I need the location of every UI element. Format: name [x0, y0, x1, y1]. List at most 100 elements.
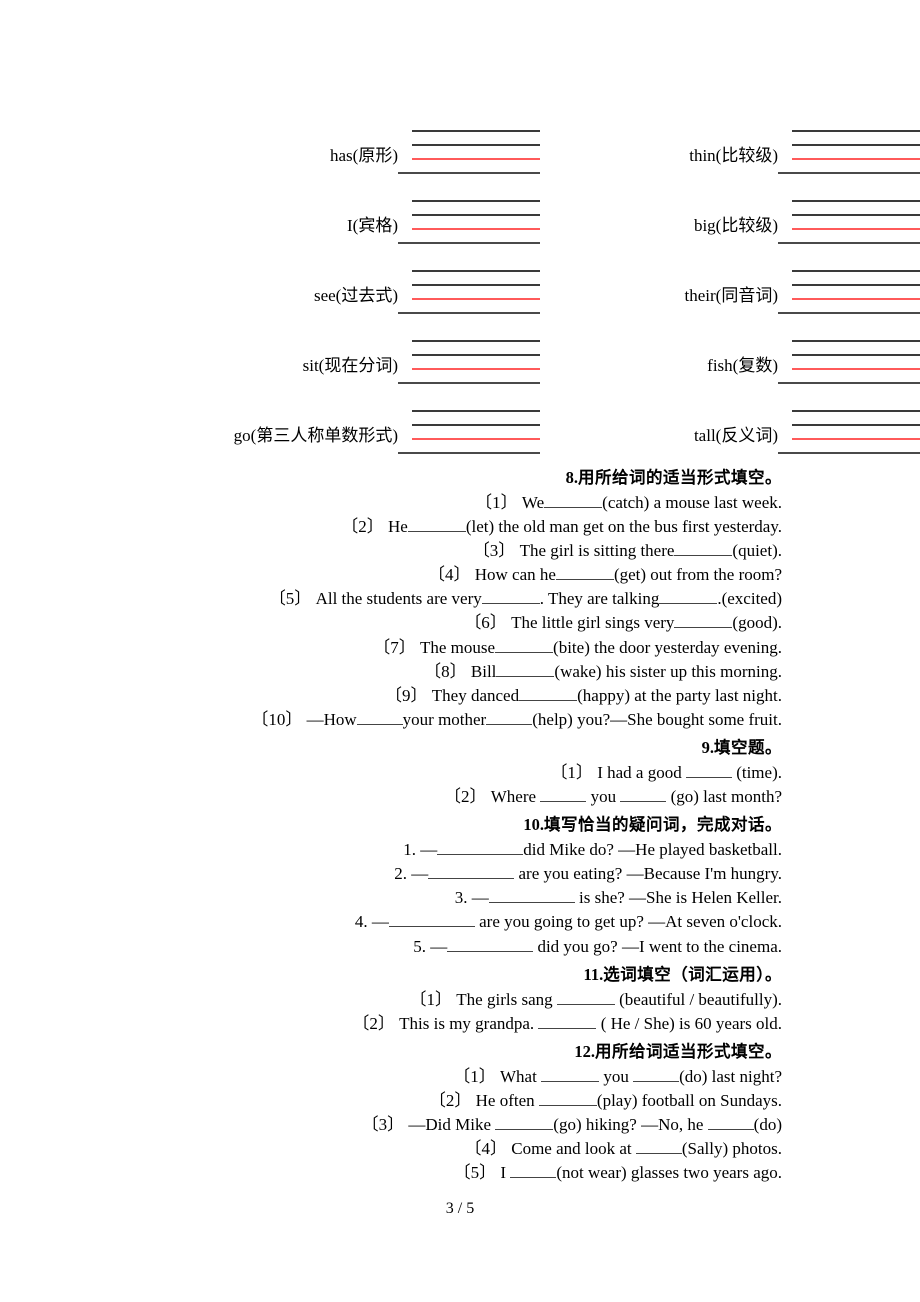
item-text-pre: The girls sang — [456, 989, 553, 1009]
answer-rule-line[interactable] — [792, 214, 920, 216]
answer-rule-line[interactable] — [792, 340, 920, 342]
answer-blank[interactable] — [519, 699, 578, 701]
answer-rule-line[interactable] — [792, 284, 920, 286]
item-text-mid: is she? —She is Helen Keller. — [574, 888, 782, 908]
answer-blank[interactable] — [495, 1128, 554, 1130]
answer-blank[interactable] — [555, 579, 614, 581]
section-title: 填空题。 — [714, 738, 782, 757]
item-marker: 〔4〕 — [464, 1139, 507, 1159]
answer-rule-baseline[interactable] — [778, 452, 920, 454]
answer-blank[interactable] — [674, 627, 733, 629]
item-text-pre: Bill — [470, 661, 497, 681]
answer-blank[interactable] — [540, 801, 587, 803]
item-marker: 〔1〕 — [409, 989, 453, 1009]
item-marker: 〔4〕 — [427, 565, 471, 585]
item-text-pre: I — [500, 1163, 507, 1183]
item-text-pre: He often — [475, 1090, 535, 1110]
item-text-mid: your mother — [402, 709, 487, 729]
word-form-label: sit(现在分词) — [302, 356, 398, 375]
item-text-pre: He — [388, 517, 408, 537]
answer-blank[interactable] — [538, 1104, 597, 1106]
answer-blank[interactable] — [496, 675, 555, 677]
answer-blank[interactable] — [635, 1153, 682, 1155]
answer-blank[interactable] — [544, 507, 603, 508]
item-marker: 〔8〕 — [424, 661, 467, 681]
answer-blank[interactable] — [486, 723, 533, 725]
answer-rule-line-red[interactable] — [792, 368, 920, 370]
item-text-pre: All the students are very — [315, 589, 482, 609]
item-marker: 〔5〕 — [453, 1163, 497, 1183]
answer-rule-line[interactable] — [792, 424, 920, 426]
item-text-mid: (catch) a mouse last week. — [602, 493, 782, 512]
item-text-pre: — — [430, 936, 448, 956]
item-text-mid: did Mike do? —He played basketball. — [523, 840, 782, 860]
item-text-pre: — — [420, 840, 438, 860]
item-marker: 〔7〕 — [373, 637, 416, 657]
item-text-mid: you — [590, 787, 617, 807]
answer-rule-line[interactable] — [792, 354, 920, 356]
word-form-row: their(同音词) — [500, 244, 920, 314]
answer-rule-line[interactable] — [792, 144, 920, 146]
item-text-mid: (play) football on Sundays. — [596, 1090, 782, 1110]
word-form-label: go(第三人称单数形式) — [233, 426, 398, 445]
answer-blank[interactable] — [510, 1177, 557, 1179]
answer-blank[interactable] — [428, 878, 515, 880]
answer-blank[interactable] — [659, 603, 718, 605]
answer-rule-line-red[interactable] — [792, 228, 920, 230]
answer-blank[interactable] — [407, 531, 466, 533]
word-form-exercise: has(原形) I(宾格) see(过去式) sit(现在分词) go(第三人称… — [0, 104, 920, 456]
word-form-label: big(比较级) — [693, 216, 778, 235]
question-item: 4. — are you going to get up? —At seven … — [120, 910, 782, 934]
item-text-pre: —Did Mike — [408, 1114, 492, 1134]
answer-rule-line[interactable] — [792, 200, 920, 202]
word-form-row: fish(复数) — [500, 314, 920, 384]
word-form-row: sit(现在分词) — [120, 314, 540, 384]
item-marker: 〔3〕 — [472, 541, 516, 561]
section-heading-11: 11.选词填空（词汇运用）。 — [120, 963, 782, 987]
item-text-pre: — — [371, 912, 389, 932]
item-marker: 〔3〕 — [361, 1114, 405, 1134]
answer-rule-line-red[interactable] — [792, 438, 920, 440]
answer-blank[interactable] — [633, 1080, 680, 1082]
item-text-pre: How can he — [474, 565, 556, 585]
question-item: 〔4〕 How can he (get) out from the room? — [120, 563, 782, 587]
question-item: 2. — are you eating? —Because I'm hungry… — [120, 862, 782, 886]
section-title: 填写恰当的疑问词，完成对话。 — [544, 816, 782, 835]
answer-blank[interactable] — [556, 1003, 615, 1005]
answer-blank[interactable] — [388, 926, 475, 928]
question-item: 〔1〕 What you (do) last night? — [120, 1065, 782, 1089]
answer-rule-line[interactable] — [792, 270, 920, 272]
answer-rules — [778, 200, 920, 244]
answer-blank[interactable] — [620, 801, 667, 803]
answer-blank[interactable] — [685, 776, 732, 778]
word-form-label: tall(反义词) — [693, 426, 778, 445]
answer-blank[interactable] — [488, 902, 575, 904]
item-text-pre: The little girl sings very — [511, 613, 675, 633]
item-text-mid: ( He / She) is 60 years old. — [596, 1013, 782, 1033]
word-form-row: tall(反义词) — [500, 384, 920, 454]
answer-rule-line-red[interactable] — [792, 298, 920, 300]
answer-rule-line-red[interactable] — [792, 158, 920, 160]
answer-blank[interactable] — [538, 1027, 597, 1029]
item-text-mid: (get) out from the room? — [613, 565, 782, 585]
answer-blank[interactable] — [674, 555, 733, 557]
answer-rule-line[interactable] — [792, 130, 920, 132]
answer-rules — [778, 130, 920, 174]
item-marker: 〔2〕 — [444, 787, 487, 807]
item-text-pre: The mouse — [419, 637, 496, 657]
item-marker: 〔2〕 — [341, 517, 384, 537]
answer-blank[interactable] — [481, 603, 540, 605]
answer-blank[interactable] — [447, 950, 534, 952]
answer-blank[interactable] — [356, 723, 403, 725]
answer-blank[interactable] — [707, 1128, 754, 1130]
answer-blank[interactable] — [437, 854, 524, 856]
answer-blank[interactable] — [495, 651, 554, 653]
question-item: 〔9〕 They danced (happy) at the party last… — [120, 684, 782, 708]
answer-rule-line[interactable] — [792, 410, 920, 412]
word-form-label: see(过去式) — [313, 286, 398, 305]
item-text-mid: (good). — [732, 613, 782, 633]
item-text-pre: This is my grandpa. — [399, 1013, 535, 1033]
item-text-post: .(excited) — [717, 589, 782, 609]
word-form-row: go(第三人称单数形式) — [120, 384, 540, 454]
answer-blank[interactable] — [541, 1080, 600, 1082]
